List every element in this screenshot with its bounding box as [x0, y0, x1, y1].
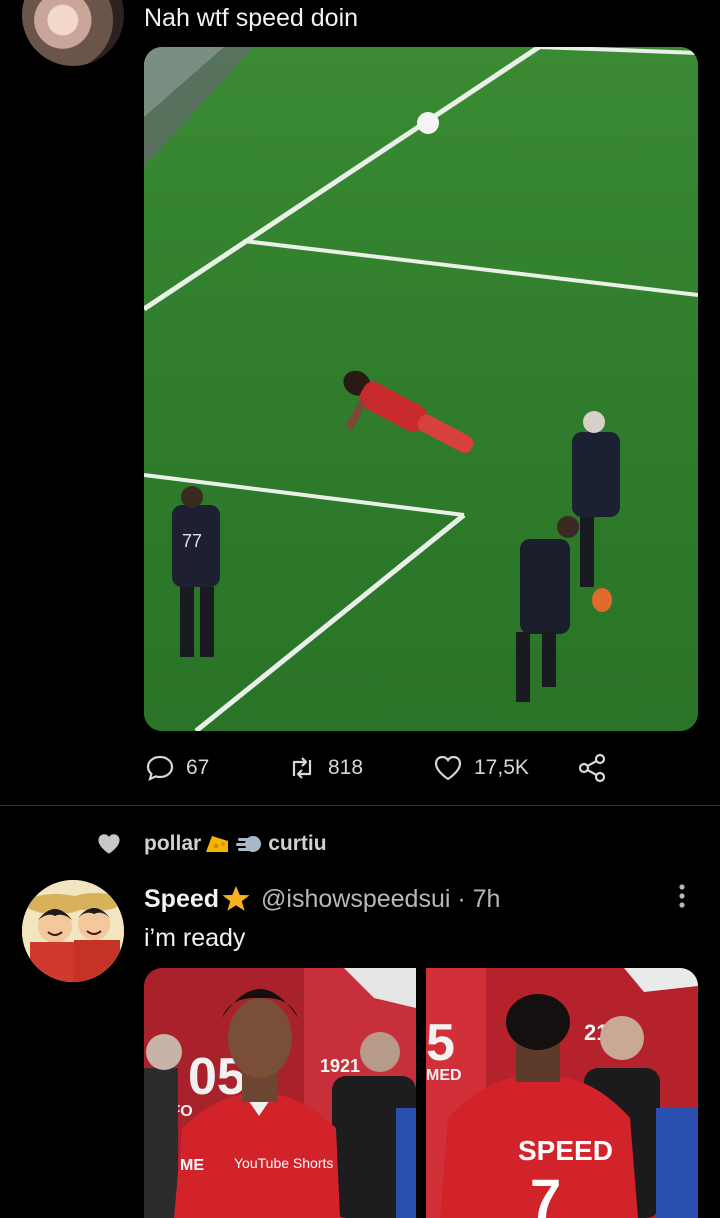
football-pitch-image: 77	[144, 47, 698, 731]
shirt-number: 7	[530, 1167, 561, 1218]
avatar[interactable]	[22, 880, 124, 982]
like-button[interactable]: 17,5K	[432, 750, 529, 786]
retweet-count: 818	[328, 756, 364, 779]
retweet-button[interactable]: 818	[286, 750, 363, 786]
side-label: ME	[180, 1157, 204, 1174]
banner2-text: MED	[426, 1067, 462, 1084]
right-photo: 5 MED 21 SPEED 7	[426, 968, 698, 1218]
year-text: 1921	[320, 1056, 360, 1076]
heart-icon	[434, 755, 462, 781]
tweet-media[interactable]: 05 1921 IB FO YouTube Shorts ME 5	[144, 968, 698, 1218]
left-photo: 05 1921 IB FO YouTube Shorts ME	[144, 968, 416, 1218]
star-icon	[222, 886, 250, 911]
share-button[interactable]	[576, 750, 608, 786]
like-count: 17,5K	[474, 756, 529, 779]
tweet-text: Nah wtf speed doin	[144, 4, 359, 32]
tweet-header: Speed @ishowspeedsui · 7h	[144, 884, 500, 914]
liked-by-second: curtiu	[268, 832, 327, 855]
photo-pair: 05 1921 IB FO YouTube Shorts ME 5	[144, 968, 698, 1218]
heart-icon	[98, 834, 120, 854]
banner-text-right: 5	[426, 1014, 455, 1072]
social-context[interactable]: pollar curtiu	[96, 828, 327, 860]
more-options-icon[interactable]	[674, 882, 690, 912]
divider	[0, 805, 720, 806]
handle-and-time[interactable]: @ishowspeedsui · 7h	[261, 885, 500, 914]
shirt-name: SPEED	[518, 1135, 613, 1166]
dash-emoji-icon	[236, 832, 262, 856]
reply-button[interactable]: 67	[144, 750, 209, 786]
sponsor-text: YouTube Shorts	[234, 1155, 333, 1171]
share-icon	[578, 753, 606, 783]
display-name[interactable]: Speed	[144, 885, 219, 914]
cheese-emoji-icon	[204, 832, 230, 856]
anime-avatar-image	[22, 880, 124, 982]
avatar[interactable]	[22, 0, 124, 66]
tweet-actions: 67 818 17,5K	[144, 750, 704, 790]
reply-count: 67	[186, 756, 210, 779]
reply-icon	[146, 755, 174, 781]
retweet-icon	[292, 757, 312, 779]
tweet-video[interactable]: 77	[144, 47, 698, 731]
svg-text:77: 77	[182, 531, 202, 551]
tweet-text: i’m ready	[144, 924, 246, 952]
liked-by-first: pollar	[144, 832, 202, 855]
